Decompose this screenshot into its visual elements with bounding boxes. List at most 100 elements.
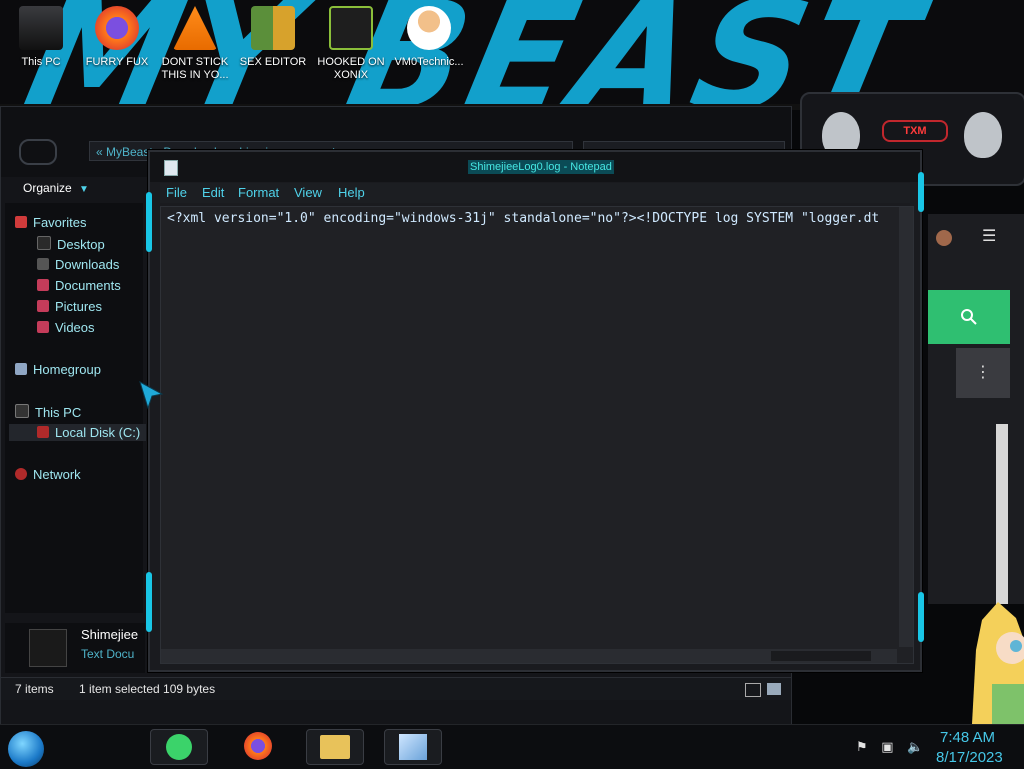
horizontal-scrollbar[interactable] (161, 649, 897, 663)
sidebar-item-desktop[interactable]: Desktop (37, 236, 105, 252)
frame-glow (146, 572, 152, 632)
taskbar: ⚑ ▣ 🔈 7:48 AM 8/17/2023 (0, 724, 1024, 769)
sidebar-item-local-disk[interactable]: Local Disk (C:) (9, 424, 147, 441)
start-button[interactable] (8, 731, 44, 767)
folder-icon (320, 735, 350, 759)
homegroup-icon (15, 363, 27, 375)
item-count: 7 items (15, 682, 54, 696)
selected-file-name: Shimejiee (81, 627, 139, 642)
drive-icon (37, 426, 49, 438)
search-button[interactable] (928, 290, 1010, 344)
search-icon (961, 309, 977, 325)
desktop-icon-label: SEX EDITOR (239, 56, 307, 68)
computer-icon (19, 6, 63, 50)
desktop-icon-vlc[interactable]: DONT STICK THIS IN YO... (158, 6, 232, 82)
desktop-icon-vm0technic[interactable]: VM0Technic... (392, 6, 466, 69)
sidebar-item-label: Documents (55, 278, 121, 293)
vertical-scrollbar[interactable] (899, 207, 913, 647)
alien-head-icon (964, 112, 1002, 158)
sidebar-item-homegroup[interactable]: Homegroup (15, 362, 101, 377)
sidebar-item-label: This PC (35, 405, 82, 420)
editor-icon (251, 6, 295, 50)
menu-item-file[interactable]: File (166, 185, 187, 200)
sidebar-item-label: Local Disk (C:) (55, 425, 141, 440)
vlc-icon (173, 6, 217, 50)
doctor-icon (407, 6, 451, 50)
menu-item-help[interactable]: Help (338, 185, 365, 200)
star-icon (15, 216, 27, 228)
frame-glow (146, 192, 152, 252)
menu-item-edit[interactable]: Edit (202, 185, 224, 200)
details-pane: Shimejiee Text Docu (5, 623, 145, 673)
desktop-icon-label: DONT STICK THIS IN YO... (161, 56, 229, 81)
sidebar-item-label: Network (33, 467, 81, 482)
editor-content[interactable]: <?xml version="1.0" encoding="windows-31… (167, 211, 885, 226)
desktop-icon-editor[interactable]: SEX EDITOR (236, 6, 310, 69)
firefox-icon (95, 6, 139, 50)
tiles-view-icon[interactable] (767, 683, 781, 695)
window-title: ShimejieeLog0.log - Notepad (468, 160, 614, 174)
pictures-icon (37, 300, 49, 312)
desktop-icon-xonix[interactable]: HOOKED ON XONIX (314, 6, 388, 82)
clock-time[interactable]: 7:48 AM (940, 729, 995, 746)
gadget-brand: TXM (882, 120, 948, 142)
notepad-titlebar[interactable]: ShimejieeLog0.log - Notepad (150, 152, 920, 182)
avatar[interactable] (936, 230, 952, 246)
sidebar-item-network[interactable]: Network (15, 467, 81, 482)
notes-icon (166, 734, 192, 760)
scrollbar[interactable] (996, 424, 1008, 604)
taskbar-explorer-button[interactable] (306, 729, 364, 765)
selected-file-type: Text Docu (81, 647, 135, 661)
sidebar-item-label: Pictures (55, 299, 102, 314)
text-editor[interactable]: <?xml version="1.0" encoding="windows-31… (160, 206, 914, 664)
downloads-icon (37, 258, 49, 270)
cartoon-character-icon (972, 602, 1024, 724)
desktop-icon-label: This PC (21, 56, 61, 68)
details-view-icon[interactable] (745, 683, 761, 697)
desktop-icon-furry-fux[interactable]: FURRY FUX (80, 6, 154, 69)
sidebar-item-documents[interactable]: Documents (37, 278, 121, 293)
sidebar-item-label: Downloads (55, 257, 120, 272)
menu-item-format[interactable]: Format (238, 185, 279, 200)
clock-date[interactable]: 8/17/2023 (936, 749, 1003, 766)
firefox-icon (244, 732, 272, 760)
scrollbar-thumb[interactable] (771, 651, 871, 661)
network-icon (15, 468, 27, 480)
desktop-icon-label: HOOKED ON XONIX (317, 56, 385, 81)
more-options-icon[interactable]: ⋮ (956, 348, 1010, 398)
sidebar-item-label: Videos (55, 320, 95, 335)
sidebar-item-videos[interactable]: Videos (37, 320, 95, 335)
sidebar-item-this-pc[interactable]: This PC (15, 404, 81, 420)
organize-label: Organize (23, 181, 72, 195)
volume-icon[interactable]: 🔈 (907, 739, 923, 754)
desktop-icon-label: VM0Technic... (394, 56, 464, 68)
chevron-down-icon: ▼ (79, 184, 89, 195)
frame-glow (918, 172, 924, 212)
documents-icon (37, 279, 49, 291)
status-bar: 7 items 1 item selected 109 bytes (1, 677, 791, 700)
sidebar-item-label: Homegroup (33, 362, 101, 377)
sidebar-item-label: Desktop (57, 237, 105, 252)
taskbar-firefox-button[interactable] (230, 729, 286, 763)
network-icon[interactable]: ▣ (881, 739, 893, 754)
back-forward-icon[interactable] (19, 139, 57, 165)
notepad-icon (399, 734, 427, 760)
desktop-icon-this-pc[interactable]: This PC (4, 6, 78, 69)
sidebar-item-downloads[interactable]: Downloads (37, 257, 119, 272)
sidebar-item-pictures[interactable]: Pictures (37, 299, 102, 314)
system-tray: ⚑ ▣ 🔈 (856, 739, 933, 755)
game-icon (329, 6, 373, 50)
taskbar-notes-button[interactable] (150, 729, 208, 765)
hamburger-menu-icon[interactable]: ☰ (982, 226, 996, 246)
computer-icon (15, 404, 29, 418)
menu-item-view[interactable]: View (294, 185, 322, 200)
frame-glow (918, 592, 924, 642)
videos-icon (37, 321, 49, 333)
organize-button[interactable]: Organize ▼ (9, 177, 123, 199)
desktop-icon (37, 236, 51, 250)
sidebar-item-favorites[interactable]: Favorites (15, 215, 86, 230)
notepad-window: ShimejieeLog0.log - Notepad File Edit Fo… (146, 150, 924, 672)
navigation-pane: Favorites Desktop Downloads Documents Pi… (5, 203, 147, 613)
taskbar-notepad-button[interactable] (384, 729, 442, 765)
flag-icon[interactable]: ⚑ (856, 739, 868, 754)
